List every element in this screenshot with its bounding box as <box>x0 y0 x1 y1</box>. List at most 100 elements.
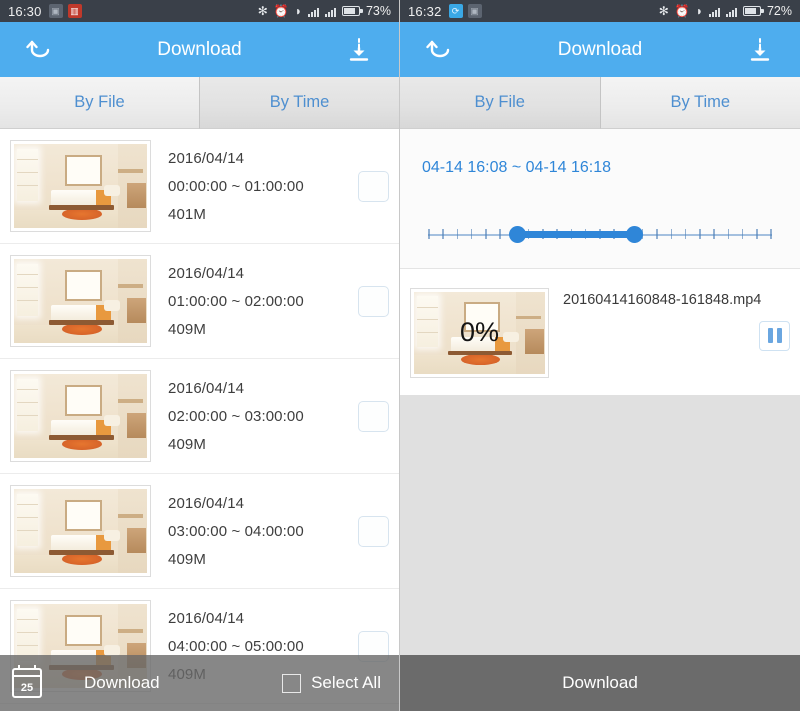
pause-icon <box>776 328 782 343</box>
list-item[interactable]: 2016/04/14 03:00:00 ~ 04:00:00 409M <box>0 474 399 589</box>
tab-by-file[interactable]: By File <box>400 77 600 129</box>
download-icon <box>750 37 770 61</box>
time-range-slider[interactable] <box>428 225 772 245</box>
download-button[interactable] <box>738 28 782 72</box>
item-time-range: 03:00:00 ~ 04:00:00 <box>168 522 304 540</box>
item-time-range: 00:00:00 ~ 01:00:00 <box>168 177 304 195</box>
pause-button[interactable] <box>759 320 790 351</box>
list-item[interactable]: 2016/04/14 01:00:00 ~ 02:00:00 409M <box>0 244 399 359</box>
download-task-details: 20160414160848-161848.mp4 <box>563 288 790 378</box>
list-item-meta: 2016/04/14 03:00:00 ~ 04:00:00 409M <box>168 495 304 568</box>
empty-area <box>400 395 800 655</box>
item-checkbox[interactable] <box>358 170 389 202</box>
select-all-control[interactable]: Select All <box>282 673 381 693</box>
thumbnail[interactable] <box>10 255 151 347</box>
alarm-icon: ⏰ <box>674 4 690 18</box>
item-checkbox[interactable] <box>358 515 389 547</box>
status-system-icons: ✻ ⏰ ◗ 72% <box>659 4 792 18</box>
battery-percent: 72% <box>766 4 792 18</box>
signal-icon <box>307 6 319 17</box>
select-all-label: Select All <box>311 673 381 692</box>
screenshot-icon: ▣ <box>48 4 63 18</box>
bedroom-preview-image <box>14 259 147 343</box>
thumbnail[interactable]: 0% <box>410 287 549 378</box>
sync-icon: ⟳ <box>448 4 463 18</box>
right-app-header: Download <box>400 22 800 77</box>
right-tab-bar: By File By Time <box>400 77 800 129</box>
bluetooth-icon: ✻ <box>257 4 268 18</box>
item-time-range: 04:00:00 ~ 05:00:00 <box>168 637 304 655</box>
status-time: 16:32 <box>408 3 442 19</box>
signal-icon <box>324 6 336 17</box>
left-tab-bar: By File By Time <box>0 77 399 129</box>
list-item[interactable]: 2016/04/14 02:00:00 ~ 03:00:00 409M <box>0 359 399 474</box>
download-action-button[interactable]: Download <box>562 673 638 693</box>
calendar-icon: ▥ <box>67 4 82 18</box>
download-task-item[interactable]: 0% 20160414160848-161848.mp4 <box>400 270 800 395</box>
back-button[interactable] <box>18 28 62 72</box>
item-time-range: 01:00:00 ~ 02:00:00 <box>168 292 304 310</box>
item-time-range: 02:00:00 ~ 03:00:00 <box>168 407 304 425</box>
back-arrow-icon <box>426 40 450 57</box>
list-item-meta: 2016/04/14 01:00:00 ~ 02:00:00 409M <box>168 265 304 338</box>
calendar-day: 25 <box>20 682 34 694</box>
status-notification-icons: ⟳ ▣ <box>448 4 482 18</box>
signal-icon <box>708 6 720 17</box>
left-panel: 16:30 ▣ ▥ ✻ ⏰ ◗ 73% Download By File By … <box>0 0 400 711</box>
list-item-meta: 2016/04/14 02:00:00 ~ 03:00:00 409M <box>168 380 304 453</box>
item-checkbox[interactable] <box>358 285 389 317</box>
item-size: 409M <box>168 435 206 453</box>
status-system-icons: ✻ ⏰ ◗ 73% <box>258 4 391 18</box>
item-date: 2016/04/14 <box>168 494 245 512</box>
download-button[interactable] <box>337 28 381 72</box>
back-arrow-icon <box>26 40 50 57</box>
bedroom-preview-image <box>14 489 147 573</box>
item-date: 2016/04/14 <box>168 149 245 167</box>
signal-icon <box>725 6 737 17</box>
item-date: 2016/04/14 <box>168 609 245 627</box>
wifi-icon: ◗ <box>294 4 302 18</box>
back-button[interactable] <box>418 28 462 72</box>
item-size: 409M <box>168 550 206 568</box>
item-date: 2016/04/14 <box>168 264 245 282</box>
calendar-icon[interactable]: 25 <box>12 665 42 698</box>
list-item[interactable]: 2016/04/14 00:00:00 ~ 01:00:00 401M <box>0 129 399 244</box>
dual-screenshot-container: 16:30 ▣ ▥ ✻ ⏰ ◗ 73% Download By File By … <box>0 0 800 711</box>
slider-selected-range <box>517 231 635 238</box>
bedroom-preview-image <box>14 144 147 228</box>
item-size: 401M <box>168 205 206 223</box>
bedroom-preview-image: 0% <box>414 291 545 374</box>
download-progress-label: 0% <box>459 317 500 347</box>
status-notification-icons: ▣ ▥ <box>48 4 82 18</box>
bluetooth-icon: ✻ <box>658 4 669 18</box>
select-all-checkbox[interactable] <box>282 673 302 693</box>
thumbnail[interactable] <box>10 370 151 462</box>
thumbnail[interactable] <box>10 140 151 232</box>
recording-list[interactable]: 2016/04/14 00:00:00 ~ 01:00:00 401M 2016… <box>0 129 399 711</box>
tab-by-file[interactable]: By File <box>0 77 199 129</box>
pause-icon <box>767 328 773 343</box>
right-status-bar: 16:32 ⟳ ▣ ✻ ⏰ ◗ 72% <box>400 0 800 22</box>
left-status-bar: 16:30 ▣ ▥ ✻ ⏰ ◗ 73% <box>0 0 399 22</box>
download-icon <box>349 37 369 61</box>
selected-time-range-label: 04-14 16:08 ~ 04-14 16:18 <box>422 159 612 176</box>
tab-by-time[interactable]: By Time <box>599 77 800 129</box>
tab-by-time[interactable]: By Time <box>199 77 399 129</box>
list-item-meta: 2016/04/14 00:00:00 ~ 01:00:00 401M <box>168 150 304 223</box>
download-filename: 20160414160848-161848.mp4 <box>563 291 762 308</box>
status-time: 16:30 <box>8 3 42 19</box>
left-bottom-bar: 25 Download Select All <box>0 655 399 711</box>
battery-icon <box>341 6 363 16</box>
download-action-button[interactable]: Download <box>84 673 160 693</box>
item-size: 409M <box>168 320 206 338</box>
right-panel: 16:32 ⟳ ▣ ✻ ⏰ ◗ 72% Download By File By … <box>400 0 800 711</box>
alarm-icon: ⏰ <box>273 4 289 18</box>
item-checkbox[interactable] <box>358 400 389 432</box>
left-app-header: Download <box>0 22 399 77</box>
wifi-icon: ◗ <box>695 4 703 18</box>
screenshot-icon: ▣ <box>467 4 482 18</box>
time-range-section: 04-14 16:08 ~ 04-14 16:18 <box>400 129 800 269</box>
thumbnail[interactable] <box>10 485 151 577</box>
right-bottom-bar[interactable]: Download <box>400 655 800 711</box>
battery-icon <box>742 6 764 16</box>
